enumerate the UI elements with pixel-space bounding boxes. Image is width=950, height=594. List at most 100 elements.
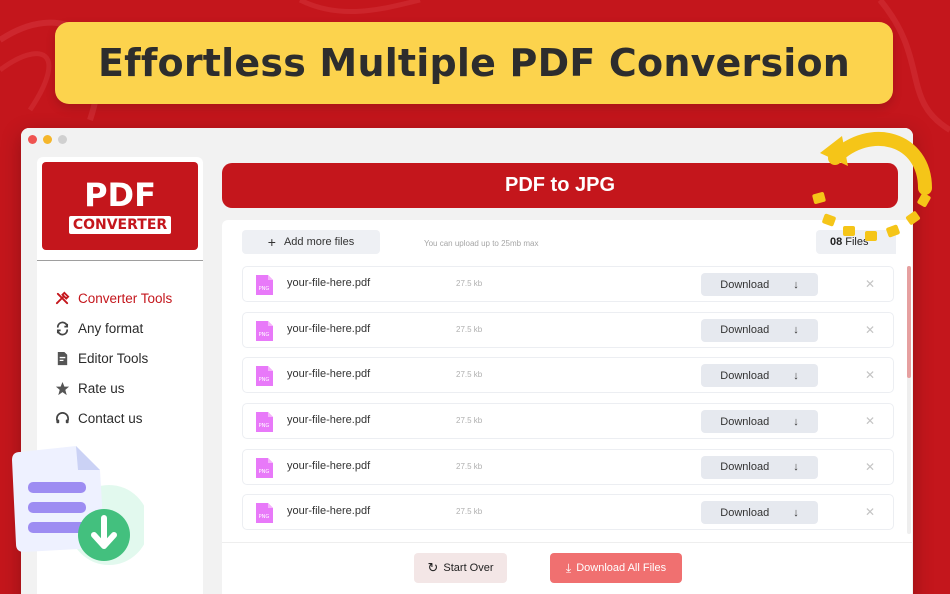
png-file-icon: PNG bbox=[256, 457, 273, 478]
svg-text:PNG: PNG bbox=[259, 423, 270, 429]
sidebar-item-label: Any format bbox=[78, 320, 144, 336]
sidebar-item-any-format[interactable]: Any format bbox=[55, 313, 203, 343]
file-name: your-file-here.pdf bbox=[287, 505, 371, 518]
headset-icon bbox=[56, 411, 69, 423]
download-button[interactable]: Download ↓ bbox=[701, 501, 818, 525]
window-titlebar bbox=[21, 128, 913, 150]
file-panel: + Add more files You can upload up to 25… bbox=[222, 220, 912, 594]
app-window: PDF CONVERTER Converter Tools Any format… bbox=[21, 128, 913, 594]
download-button[interactable]: Download ↓ bbox=[701, 364, 818, 388]
file-row: PNG your-file-here.pdf 27.5 kb Download ↓… bbox=[242, 403, 894, 440]
sidebar-divider bbox=[37, 260, 203, 261]
png-file-icon: PNG bbox=[256, 412, 273, 433]
remove-file-icon[interactable]: ✕ bbox=[865, 368, 875, 382]
download-label: Download bbox=[720, 506, 770, 519]
file-list: PNG your-file-here.pdf 27.5 kb Download ↓… bbox=[242, 266, 894, 540]
logo-sub-text: CONVERTER bbox=[68, 216, 172, 234]
minimize-window-button[interactable] bbox=[43, 134, 52, 144]
download-all-button[interactable]: ⤓ Download All Files bbox=[550, 553, 682, 583]
arrow-down-icon: ↓ bbox=[793, 506, 799, 519]
maximize-window-button[interactable] bbox=[58, 134, 67, 144]
download-button[interactable]: Download ↓ bbox=[701, 318, 818, 342]
close-window-button[interactable] bbox=[28, 134, 37, 144]
file-row: PNG your-file-here.pdf 27.5 kb Download ↓… bbox=[242, 311, 894, 348]
edit-doc-icon bbox=[57, 351, 68, 365]
download-all-label: Download All Files bbox=[576, 562, 667, 574]
download-tray-icon: ⤓ bbox=[565, 560, 572, 575]
add-more-files-button[interactable]: + Add more files bbox=[242, 230, 380, 254]
remove-file-icon[interactable]: ✕ bbox=[865, 460, 875, 474]
star-icon bbox=[55, 381, 70, 395]
arrow-down-icon: ↓ bbox=[793, 415, 799, 428]
tools-icon bbox=[55, 291, 70, 304]
page-title: PDF to JPG bbox=[504, 174, 615, 196]
sidebar-item-contact-us[interactable]: Contact us bbox=[55, 403, 203, 433]
converter-title-bar: PDF to JPG bbox=[222, 163, 898, 208]
start-over-button[interactable]: ↻ Start Over bbox=[414, 553, 507, 583]
png-file-icon: PNG bbox=[256, 275, 273, 295]
file-size: 27.5 kb bbox=[456, 461, 483, 471]
sidebar-item-label: Contact us bbox=[78, 410, 143, 426]
download-button[interactable]: Download ↓ bbox=[701, 410, 818, 434]
file-size: 27.5 kb bbox=[456, 370, 483, 380]
sidebar-item-converter-tools[interactable]: Converter Tools bbox=[55, 283, 203, 313]
arrow-down-icon: ↓ bbox=[793, 278, 799, 291]
svg-text:PNG: PNG bbox=[259, 514, 270, 520]
file-size: 27.5 kb bbox=[456, 279, 483, 288]
file-size: 27.5 kb bbox=[456, 507, 483, 517]
banner-title: Effortless Multiple PDF Conversion bbox=[97, 41, 851, 85]
file-size: 27.5 kb bbox=[456, 324, 483, 334]
svg-text:PNG: PNG bbox=[259, 377, 270, 383]
remove-file-icon[interactable]: ✕ bbox=[865, 505, 875, 519]
sidebar-item-rate-us[interactable]: Rate us bbox=[55, 373, 203, 403]
add-files-label: Add more files bbox=[283, 236, 355, 248]
plus-icon: + bbox=[267, 234, 276, 250]
document-download-decoration-icon bbox=[12, 446, 144, 565]
file-row: PNG your-file-here.pdf 27.5 kb Download ↓… bbox=[242, 448, 894, 485]
curved-arrow-decoration-icon bbox=[812, 131, 932, 241]
promo-banner: Effortless Multiple PDF Conversion bbox=[55, 22, 893, 104]
sidebar-item-label: Converter Tools bbox=[78, 290, 173, 306]
png-file-icon: PNG bbox=[256, 320, 273, 341]
download-button[interactable]: Download ↓ bbox=[701, 455, 818, 479]
download-label: Download bbox=[720, 461, 770, 474]
arrow-down-icon: ↓ bbox=[793, 369, 799, 382]
app-logo: PDF CONVERTER bbox=[42, 162, 198, 250]
upload-hint: You can upload up to 25mb max bbox=[424, 239, 539, 248]
remove-file-icon[interactable]: ✕ bbox=[865, 323, 875, 337]
file-name: your-file-here.pdf bbox=[287, 459, 371, 472]
png-file-icon: PNG bbox=[256, 503, 273, 524]
file-name: your-file-here.pdf bbox=[287, 414, 371, 427]
svg-text:PNG: PNG bbox=[259, 469, 270, 475]
download-label: Download bbox=[720, 324, 770, 337]
sidebar-nav: Converter Tools Any format Editor Tools … bbox=[37, 283, 203, 433]
file-row: PNG your-file-here.pdf 27.5 kb Download ↓… bbox=[242, 357, 894, 394]
scrollbar-thumb[interactable] bbox=[907, 266, 911, 378]
file-row: PNG your-file-here.pdf 27.5 kb Download ↓… bbox=[242, 266, 894, 302]
file-row: PNG your-file-here.pdf 27.5 kb Download ↓… bbox=[242, 494, 894, 531]
file-name: your-file-here.pdf bbox=[287, 277, 371, 289]
download-button[interactable]: Download ↓ bbox=[701, 273, 818, 296]
png-file-icon: PNG bbox=[256, 366, 273, 387]
remove-file-icon[interactable]: ✕ bbox=[865, 277, 875, 291]
download-label: Download bbox=[720, 369, 770, 382]
start-over-label: Start Over bbox=[443, 562, 494, 574]
download-label: Download bbox=[720, 415, 770, 428]
file-size: 27.5 kb bbox=[456, 416, 483, 426]
sidebar-item-editor-tools[interactable]: Editor Tools bbox=[55, 343, 203, 373]
svg-text:PNG: PNG bbox=[259, 332, 270, 338]
remove-file-icon[interactable]: ✕ bbox=[865, 414, 875, 428]
footer-divider bbox=[222, 542, 912, 543]
sync-icon bbox=[56, 321, 69, 335]
download-label: Download bbox=[720, 278, 770, 291]
file-name: your-file-here.pdf bbox=[287, 322, 371, 335]
sidebar-item-label: Editor Tools bbox=[78, 350, 149, 366]
refresh-icon: ↻ bbox=[427, 560, 439, 575]
arrow-down-icon: ↓ bbox=[793, 324, 799, 337]
arrow-down-icon: ↓ bbox=[793, 461, 799, 474]
file-name: your-file-here.pdf bbox=[287, 368, 371, 381]
file-list-scrollbar[interactable] bbox=[907, 266, 911, 534]
logo-main-text: PDF bbox=[84, 176, 156, 214]
svg-text:PNG: PNG bbox=[259, 286, 270, 292]
sidebar-item-label: Rate us bbox=[78, 380, 125, 396]
